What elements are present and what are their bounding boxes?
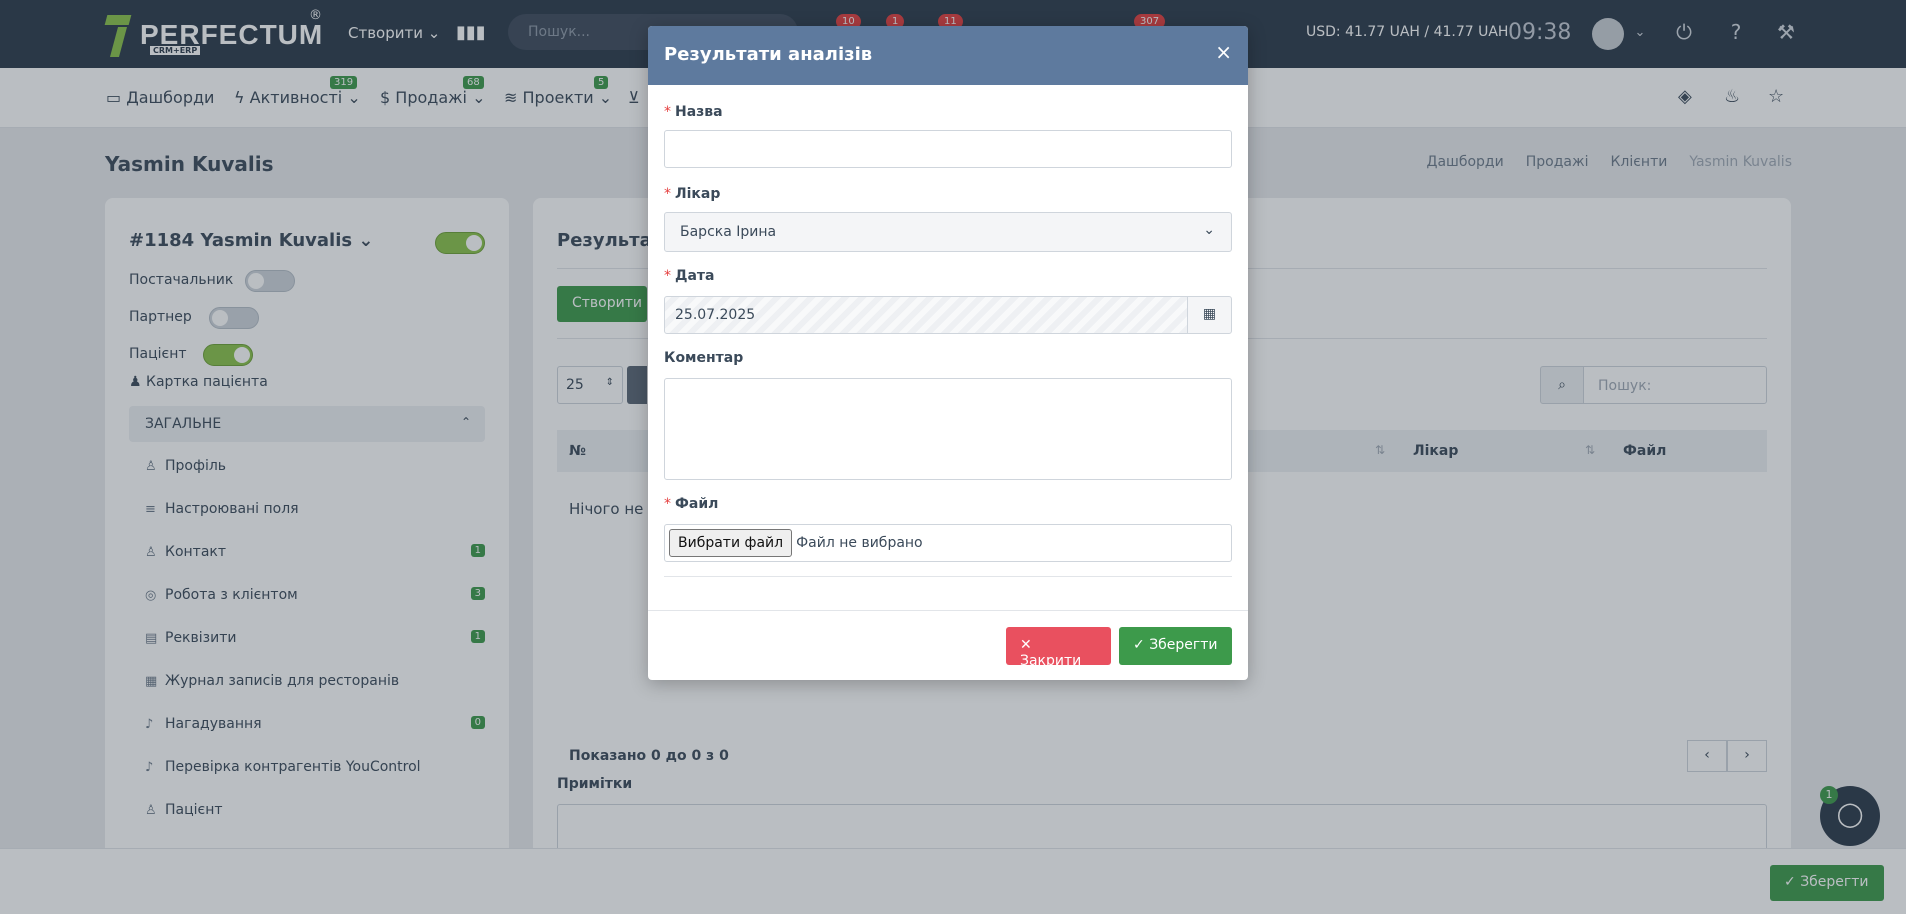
- check-icon: ✓: [1133, 637, 1145, 653]
- save-button[interactable]: ✓ Зберегти: [1119, 627, 1232, 665]
- date-label-text: Дата: [675, 268, 715, 284]
- doctor-select[interactable]: Барска Ірина ⌄: [664, 212, 1232, 252]
- close-label: Закрити: [1020, 653, 1082, 669]
- file-label: * Файл: [664, 496, 718, 512]
- comment-label: Коментар: [664, 350, 744, 366]
- calendar-icon[interactable]: ▦: [1187, 296, 1232, 334]
- required-marker: *: [664, 496, 671, 512]
- required-marker: *: [664, 186, 671, 202]
- save-label: Зберегти: [1149, 637, 1218, 653]
- choose-file-button[interactable]: Вибрати файл: [669, 529, 793, 557]
- required-marker: *: [664, 104, 671, 120]
- modal-title: Результати аналізів: [664, 44, 873, 65]
- modal-header: Результати аналізів ×: [648, 26, 1248, 85]
- file-input: Вибрати файл Файл не вибрано: [664, 524, 1232, 562]
- file-label-text: Файл: [675, 496, 719, 512]
- chevron-down-icon: ⌄: [1203, 222, 1215, 238]
- required-marker: *: [664, 268, 671, 284]
- doctor-label: * Лікар: [664, 186, 720, 202]
- modal-footer-divider: [648, 610, 1248, 611]
- name-input[interactable]: [664, 130, 1232, 168]
- close-icon: ✕: [1020, 637, 1032, 653]
- name-label-text: Назва: [675, 104, 723, 120]
- file-status: Файл не вибрано: [796, 535, 923, 551]
- doctor-select-value: Барска Ірина: [680, 224, 777, 240]
- comment-textarea[interactable]: [664, 378, 1232, 480]
- doctor-label-text: Лікар: [675, 186, 721, 202]
- date-input[interactable]: 25.07.2025: [664, 296, 1188, 334]
- divider: [664, 576, 1232, 577]
- name-label: * Назва: [664, 104, 723, 120]
- close-button[interactable]: ✕ Закрити: [1006, 627, 1111, 669]
- date-label: * Дата: [664, 268, 714, 284]
- analysis-result-modal: Результати аналізів × * Назва * Лікар Барс…: [648, 26, 1248, 680]
- close-icon[interactable]: ×: [1215, 42, 1232, 62]
